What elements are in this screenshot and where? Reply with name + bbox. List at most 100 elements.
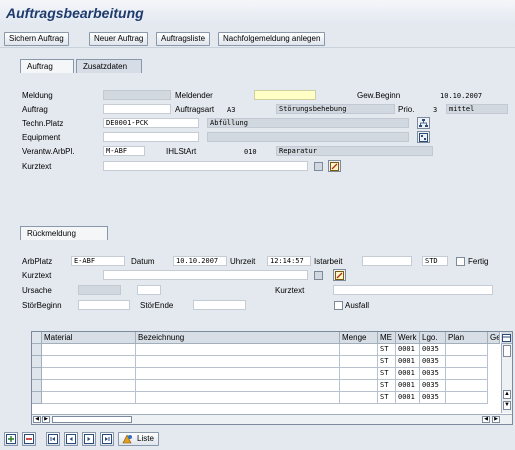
table-cell[interactable]: [136, 344, 340, 356]
row-selector[interactable]: [32, 380, 42, 392]
col-header-me[interactable]: ME: [378, 332, 396, 344]
datum-input[interactable]: 10.10.2007: [173, 256, 227, 266]
col-header-werk[interactable]: Werk: [396, 332, 420, 344]
tab-zusatzdaten[interactable]: Zusatzdaten: [76, 59, 142, 73]
table-cell[interactable]: [136, 356, 340, 368]
table-cell[interactable]: [446, 356, 488, 368]
table-cell[interactable]: [42, 356, 136, 368]
table-cell[interactable]: [136, 380, 340, 392]
istarbeit-label: Istarbeit: [314, 257, 343, 266]
stoerbeginn-input[interactable]: [78, 300, 130, 310]
table-cell[interactable]: 0001: [396, 368, 420, 380]
table-cell[interactable]: [136, 392, 340, 404]
scroll-right-small-arrow-icon[interactable]: ▶: [42, 416, 50, 423]
table-cell[interactable]: [340, 368, 378, 380]
table-cell[interactable]: 0035: [420, 344, 446, 356]
next-page-icon[interactable]: [82, 432, 96, 446]
insert-row-icon[interactable]: [4, 432, 18, 446]
column-settings-icon[interactable]: [501, 332, 512, 344]
table-cell[interactable]: [340, 392, 378, 404]
table-cell[interactable]: [446, 368, 488, 380]
table-cell[interactable]: 0035: [420, 356, 446, 368]
fertig-checkbox[interactable]: [456, 257, 465, 266]
table-cell[interactable]: 0001: [396, 344, 420, 356]
ausfall-checkbox[interactable]: [334, 301, 343, 310]
table-cell[interactable]: ST: [378, 356, 396, 368]
scroll-right-end-arrow-icon[interactable]: ▶: [492, 416, 500, 423]
table-cell[interactable]: [42, 344, 136, 356]
arbplatz-input[interactable]: E-ABF: [71, 256, 125, 266]
col-header-plan[interactable]: Plan: [446, 332, 488, 344]
rm-kurztext-input[interactable]: [103, 270, 308, 280]
create-followup-notification-button[interactable]: Nachfolgemeldung anlegen: [218, 32, 326, 46]
equipment-structure-icon[interactable]: [417, 131, 430, 143]
new-order-button[interactable]: Neuer Auftrag: [89, 32, 149, 46]
edit-longtext-icon[interactable]: [328, 160, 341, 172]
uhrzeit-input[interactable]: 12:14:57: [267, 256, 311, 266]
scroll-left-end-arrow-icon[interactable]: ◀: [482, 416, 490, 423]
row-selector[interactable]: [32, 356, 42, 368]
table-cell[interactable]: ST: [378, 344, 396, 356]
save-order-button[interactable]: Sichern Auftrag: [4, 32, 69, 46]
table-cell[interactable]: 0035: [420, 392, 446, 404]
table-cell[interactable]: 0001: [396, 392, 420, 404]
verantw-arbpl-input[interactable]: M-ABF: [103, 146, 145, 156]
scroll-up-arrow-icon[interactable]: ▲: [503, 390, 511, 399]
table-cell[interactable]: [42, 368, 136, 380]
structure-tree-icon[interactable]: [417, 117, 430, 129]
col-header-material[interactable]: Material: [42, 332, 136, 344]
table-cell[interactable]: 0001: [396, 380, 420, 392]
col-header-ge[interactable]: Ge: [488, 332, 500, 344]
last-page-icon[interactable]: [100, 432, 114, 446]
delete-row-icon[interactable]: [22, 432, 36, 446]
table-cell[interactable]: ST: [378, 392, 396, 404]
meldender-input[interactable]: [254, 90, 316, 100]
table-cell[interactable]: 0035: [420, 368, 446, 380]
col-header-bezeichnung[interactable]: Bezeichnung: [136, 332, 340, 344]
istarbeit-input[interactable]: [362, 256, 412, 266]
istarbeit-unit-input[interactable]: STD: [422, 256, 448, 266]
horizontal-scroll-thumb[interactable]: [52, 416, 132, 423]
row-selector[interactable]: [32, 344, 42, 356]
kurztext-input[interactable]: [103, 161, 308, 171]
equipment-input[interactable]: [103, 132, 199, 142]
scroll-thumb[interactable]: [503, 345, 511, 357]
ursache-code-input[interactable]: [137, 285, 161, 295]
first-page-icon[interactable]: [46, 432, 60, 446]
rm-edit-longtext-icon[interactable]: [333, 269, 346, 281]
horizontal-scrollbar[interactable]: ◀ ▶ ◀ ▶: [32, 414, 512, 424]
table-cell[interactable]: [340, 380, 378, 392]
ursache-kurztext-input[interactable]: [333, 285, 493, 295]
table-cell[interactable]: [340, 356, 378, 368]
tab-auftrag[interactable]: Auftrag: [20, 59, 74, 73]
previous-page-icon[interactable]: [64, 432, 78, 446]
scroll-down-arrow-icon[interactable]: ▼: [503, 401, 511, 410]
table-cell[interactable]: 0001: [396, 356, 420, 368]
tab-rueckmeldung[interactable]: Rückmeldung: [20, 226, 108, 240]
vertical-scrollbar[interactable]: ▲ ▼: [501, 344, 512, 413]
table-cell[interactable]: ST: [378, 368, 396, 380]
scroll-left-arrow-icon[interactable]: ◀: [33, 416, 41, 423]
rm-longtext-checkbox: [314, 271, 323, 280]
stoerende-input[interactable]: [193, 300, 246, 310]
auftrag-input[interactable]: [103, 104, 171, 114]
table-cell[interactable]: 0035: [420, 380, 446, 392]
order-list-button[interactable]: Auftragsliste: [156, 32, 211, 46]
table-cell[interactable]: [340, 344, 378, 356]
row-selector[interactable]: [32, 392, 42, 404]
uhrzeit-label: Uhrzeit: [230, 257, 256, 266]
col-header-lgo[interactable]: Lgo.: [420, 332, 446, 344]
table-cell[interactable]: ST: [378, 380, 396, 392]
techn-platz-input[interactable]: DE0001-PCK: [103, 118, 199, 128]
col-header-menge[interactable]: Menge: [340, 332, 378, 344]
table-cell[interactable]: [446, 392, 488, 404]
table-cell[interactable]: [42, 392, 136, 404]
liste-button[interactable]: Liste: [118, 432, 159, 446]
select-all-corner[interactable]: [32, 332, 42, 344]
table-cell[interactable]: [42, 380, 136, 392]
table-cell[interactable]: [446, 344, 488, 356]
table-cell[interactable]: [446, 380, 488, 392]
row-selector[interactable]: [32, 368, 42, 380]
ursache-input[interactable]: [78, 285, 121, 295]
table-cell[interactable]: [136, 368, 340, 380]
